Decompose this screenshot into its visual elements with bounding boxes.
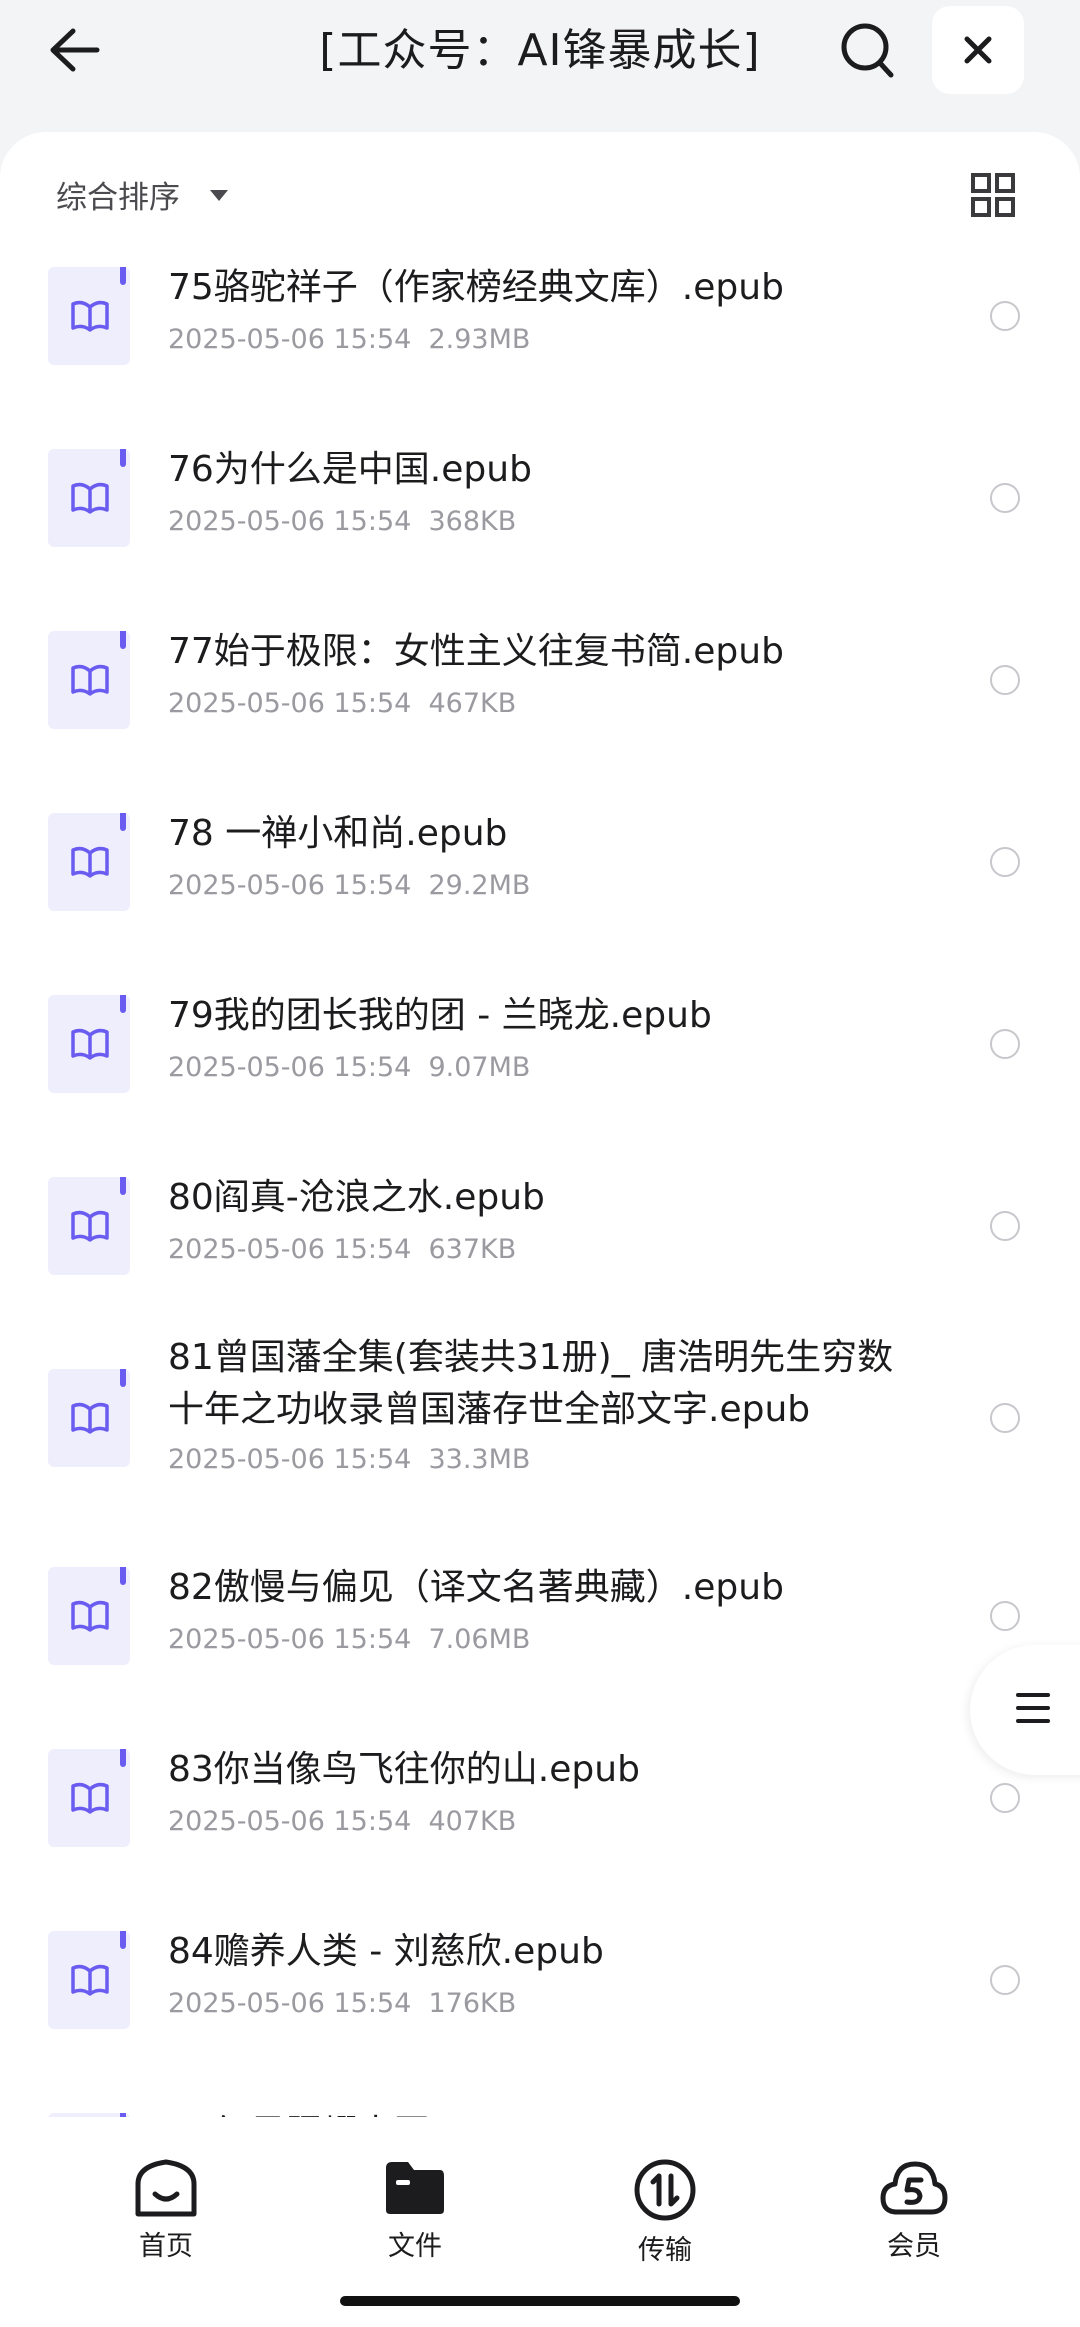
file-date: 2025-05-06 15:54 — [168, 1624, 412, 1655]
file-meta: 2025-05-06 15:54 467KB — [168, 688, 516, 719]
search-icon — [841, 23, 894, 78]
vip-cloud-icon — [880, 2161, 948, 2215]
file-name: 76为什么是中国.epub — [168, 449, 532, 490]
file-date: 2025-05-06 15:54 — [168, 870, 412, 901]
file-size: 407KB — [428, 1806, 517, 1837]
list-item[interactable]: 78 一禅小和尚.epub 2025-05-06 15:54 29.2MB — [0, 808, 1080, 990]
search-button[interactable] — [836, 18, 898, 82]
list-item[interactable]: 76为什么是中国.epub 2025-05-06 15:54 368KB — [0, 444, 1080, 626]
page-title: [工众号：AI锋暴成长] — [319, 25, 761, 76]
book-icon — [48, 1749, 130, 1847]
list-item[interactable]: 81曾国藩全集(套装共31册)_ 唐浩明先生穷数十年之功收录曾国藩存世全部文字.… — [0, 1332, 1080, 1562]
file-meta: 2025-05-06 15:54 9.07MB — [168, 1052, 530, 1083]
folder-icon — [386, 2162, 444, 2214]
book-icon — [48, 813, 130, 911]
grid-view-icon[interactable] — [970, 172, 1016, 218]
select-checkbox[interactable] — [990, 665, 1020, 695]
file-size: 29.2MB — [428, 870, 531, 901]
file-date: 2025-05-06 15:54 — [168, 1806, 412, 1837]
file-size: 637KB — [428, 1234, 517, 1265]
file-panel: 综合排序 75骆驼祥子（作家榜经典文库）.epub 2025-05-06 15:… — [0, 132, 1080, 2132]
file-list: 75骆驼祥子（作家榜经典文库）.epub 2025-05-06 15:54 2.… — [0, 262, 1080, 2117]
list-item[interactable]: 85红星照耀中国.epub — [0, 2108, 1080, 2117]
file-size: 368KB — [428, 506, 517, 537]
file-meta: 2025-05-06 15:54 176KB — [168, 1988, 516, 2019]
file-meta: 2025-05-06 15:54 407KB — [168, 1806, 516, 1837]
select-checkbox[interactable] — [990, 1601, 1020, 1631]
book-icon — [48, 449, 130, 547]
book-icon — [48, 1567, 130, 1665]
file-meta: 2025-05-06 15:54 29.2MB — [168, 870, 530, 901]
file-meta: 2025-05-06 15:54 7.06MB — [168, 1624, 530, 1655]
book-icon — [48, 995, 130, 1093]
file-size: 2.93MB — [428, 324, 531, 355]
file-size: 176KB — [428, 1988, 517, 2019]
nav-transfer-label: 传输 — [638, 2235, 692, 2266]
file-name: 75骆驼祥子（作家榜经典文库）.epub — [168, 267, 784, 308]
list-item[interactable]: 80阎真-沧浪之水.epub 2025-05-06 15:54 637KB — [0, 1172, 1080, 1332]
list-item[interactable]: 82傲慢与偏见（译文名著典藏）.epub 2025-05-06 15:54 7.… — [0, 1562, 1080, 1744]
top-bar: [工众号：AI锋暴成长] — [0, 0, 1080, 130]
file-meta: 2025-05-06 15:54 368KB — [168, 506, 516, 537]
home-indicator — [340, 2296, 740, 2306]
list-item[interactable]: 84赡养人类 - 刘慈欣.epub 2025-05-06 15:54 176KB — [0, 1926, 1080, 2108]
home-icon — [135, 2159, 197, 2217]
file-date: 2025-05-06 15:54 — [168, 506, 412, 537]
select-checkbox[interactable] — [990, 1965, 1020, 1995]
select-checkbox[interactable] — [990, 1783, 1020, 1813]
file-size: 9.07MB — [428, 1052, 531, 1083]
file-name: 83你当像鸟飞往你的山.epub — [168, 1749, 640, 1790]
file-meta: 2025-05-06 15:54 33.3MB — [168, 1444, 530, 1475]
file-date: 2025-05-06 15:54 — [168, 688, 412, 719]
select-checkbox[interactable] — [990, 1029, 1020, 1059]
file-meta: 2025-05-06 15:54 637KB — [168, 1234, 516, 1265]
transfer-icon — [634, 2159, 696, 2221]
file-date: 2025-05-06 15:54 — [168, 324, 412, 355]
book-icon — [48, 1369, 130, 1467]
nav-transfer[interactable]: 传输 — [585, 2158, 745, 2268]
nav-vip[interactable]: 会员 — [834, 2158, 994, 2268]
nav-files-label: 文件 — [388, 2231, 442, 2262]
close-icon — [964, 36, 992, 64]
file-size: 7.06MB — [428, 1624, 531, 1655]
nav-home-label: 首页 — [139, 2231, 193, 2262]
nav-vip-label: 会员 — [887, 2231, 941, 2262]
nav-home[interactable]: 首页 — [86, 2158, 246, 2268]
file-size: 467KB — [428, 688, 517, 719]
book-icon — [48, 267, 130, 365]
list-item[interactable]: 75骆驼祥子（作家榜经典文库）.epub 2025-05-06 15:54 2.… — [0, 262, 1080, 444]
select-checkbox[interactable] — [990, 483, 1020, 513]
file-date: 2025-05-06 15:54 — [168, 1234, 412, 1265]
file-name: 81曾国藩全集(套装共31册)_ 唐浩明先生穷数十年之功收录曾国藩存世全部文字.… — [168, 1337, 894, 1430]
sort-dropdown[interactable]: 综合排序 — [56, 172, 180, 217]
close-button[interactable] — [932, 6, 1024, 94]
list-item[interactable]: 83你当像鸟飞往你的山.epub 2025-05-06 15:54 407KB — [0, 1744, 1080, 1926]
file-name: 84赡养人类 - 刘慈欣.epub — [168, 1931, 604, 1972]
list-item[interactable]: 77始于极限：女性主义往复书简.epub 2025-05-06 15:54 46… — [0, 626, 1080, 808]
file-date: 2025-05-06 15:54 — [168, 1988, 412, 2019]
nav-files[interactable]: 文件 — [335, 2158, 495, 2268]
book-icon — [48, 1177, 130, 1275]
file-name: 85红星照耀中国.epub — [168, 2108, 928, 2117]
file-name: 82傲慢与偏见（译文名著典藏）.epub — [168, 1567, 784, 1608]
list-item[interactable]: 79我的团长我的团 - 兰晓龙.epub 2025-05-06 15:54 9.… — [0, 990, 1080, 1172]
select-checkbox[interactable] — [990, 1211, 1020, 1241]
select-checkbox[interactable] — [990, 301, 1020, 331]
menu-icon — [1016, 1693, 1050, 1732]
book-icon — [48, 631, 130, 729]
file-name: 78 一禅小和尚.epub — [168, 813, 508, 854]
book-icon — [48, 1931, 130, 2029]
file-date: 2025-05-06 15:54 — [168, 1052, 412, 1083]
select-checkbox[interactable] — [990, 1403, 1020, 1433]
caret-down-icon[interactable] — [210, 190, 228, 201]
file-name: 80阎真-沧浪之水.epub — [168, 1177, 545, 1218]
book-icon — [48, 2113, 130, 2117]
select-checkbox[interactable] — [990, 847, 1020, 877]
file-name: 79我的团长我的团 - 兰晓龙.epub — [168, 995, 712, 1036]
file-meta: 2025-05-06 15:54 2.93MB — [168, 324, 530, 355]
file-size: 33.3MB — [428, 1444, 531, 1475]
file-date: 2025-05-06 15:54 — [168, 1444, 412, 1475]
sort-bar: 综合排序 — [0, 132, 1080, 262]
file-name: 77始于极限：女性主义往复书简.epub — [168, 631, 784, 672]
